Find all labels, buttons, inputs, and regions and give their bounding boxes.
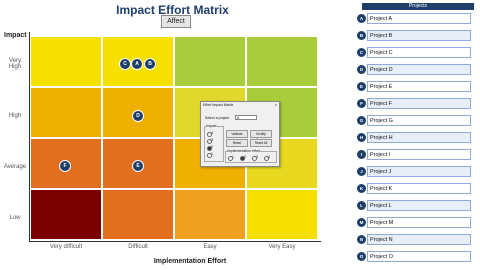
project-row[interactable]: H Project H xyxy=(357,131,475,145)
x-axis-title: Implementation Effort xyxy=(153,258,227,265)
project-badge: D xyxy=(357,65,366,74)
project-row[interactable]: E Project E xyxy=(357,80,475,94)
matrix-cell[interactable] xyxy=(175,37,245,86)
matrix-cell[interactable] xyxy=(31,37,101,86)
project-bubble-a[interactable]: A xyxy=(131,58,143,70)
project-row[interactable]: J Project J xyxy=(357,165,475,179)
project-badge: H xyxy=(357,133,366,142)
project-name-field[interactable]: Project I xyxy=(367,149,471,160)
y-axis-line xyxy=(29,32,30,242)
x-axis-line xyxy=(29,241,321,242)
project-badge: E xyxy=(357,82,366,91)
project-name-field[interactable]: Project F xyxy=(367,98,471,109)
project-row[interactable]: N Project N xyxy=(357,233,475,247)
matrix-cell[interactable] xyxy=(31,190,101,239)
project-name-field[interactable]: Project G xyxy=(367,115,471,126)
matrix-cell[interactable] xyxy=(247,37,317,86)
x-label-difficult: Difficult xyxy=(128,244,148,250)
affect-button[interactable]: Affect xyxy=(161,15,191,28)
y-label-high: High xyxy=(8,113,22,119)
reset-all-button[interactable]: Reset All xyxy=(250,139,272,147)
project-row[interactable]: I Project I xyxy=(357,148,475,162)
project-badge: A xyxy=(357,14,366,23)
project-row[interactable]: O Project O xyxy=(357,250,475,264)
project-name-field[interactable]: Project E xyxy=(367,81,471,92)
x-label-easy: Easy xyxy=(203,244,217,250)
project-row[interactable]: D Project D xyxy=(357,63,475,77)
project-row[interactable]: C Project C xyxy=(357,46,475,60)
project-badge: M xyxy=(357,218,366,227)
project-name-field[interactable]: Project C xyxy=(367,47,471,58)
project-name-field[interactable]: Project J xyxy=(367,166,471,177)
project-badge: I xyxy=(357,150,366,159)
effort-radio-label: 4 xyxy=(268,155,270,159)
project-badge: F xyxy=(357,99,366,108)
project-bubble-e[interactable]: E xyxy=(132,160,144,172)
y-label-very-high: Very High xyxy=(8,58,22,70)
validate-button[interactable]: Validate xyxy=(226,130,248,138)
project-row[interactable]: A Project A xyxy=(357,12,475,26)
y-axis-title: Impact xyxy=(4,32,27,39)
project-badge: G xyxy=(357,116,366,125)
project-bubble-f[interactable]: F xyxy=(59,160,71,172)
project-row[interactable]: K Project K xyxy=(357,182,475,196)
effort-radio-label: 1 xyxy=(232,155,234,159)
project-name-field[interactable]: Project M xyxy=(367,217,471,228)
impact-frame-label: Impact xyxy=(206,124,217,128)
project-row[interactable]: G Project G xyxy=(357,114,475,128)
project-bubble-b[interactable]: B xyxy=(144,58,156,70)
project-name-field[interactable]: Project H xyxy=(367,132,471,143)
project-name-field[interactable]: Project O xyxy=(367,251,471,262)
matrix-cell[interactable] xyxy=(103,190,173,239)
project-row[interactable]: M Project M xyxy=(357,216,475,230)
project-badge: N xyxy=(357,235,366,244)
select-project-label: Select a project xyxy=(205,116,230,120)
modify-project-button[interactable]: Modify Project xyxy=(250,130,272,142)
dialog-close-icon[interactable]: × xyxy=(275,102,277,107)
project-badge: C xyxy=(357,48,366,57)
project-badge: O xyxy=(357,252,366,261)
project-bubble-c[interactable]: C xyxy=(119,58,131,70)
project-badge: L xyxy=(357,201,366,210)
dialog-title: Effort Impact Matrix xyxy=(203,103,234,107)
x-label-very-difficult: Very difficult xyxy=(49,244,83,250)
project-name-field[interactable]: Project K xyxy=(367,183,471,194)
y-label-low: Low xyxy=(9,215,21,221)
project-badge: J xyxy=(357,167,366,176)
impact-radio-label: 3 xyxy=(211,138,213,142)
impact-radio-label: 1 xyxy=(211,152,213,156)
project-badge: K xyxy=(357,184,366,193)
effort-radio-label: 3 xyxy=(256,155,258,159)
effort-impact-dialog: Effort Impact Matrix × Select a project … xyxy=(200,101,280,167)
project-name-field[interactable]: Project A xyxy=(367,13,471,24)
project-row[interactable]: F Project F xyxy=(357,97,475,111)
y-label-average: Average xyxy=(3,164,27,170)
effort-radio-label: 2 xyxy=(244,155,246,159)
x-label-very-easy: Very Easy xyxy=(268,244,296,250)
impact-radio-label: 2 xyxy=(211,145,213,149)
matrix-cell[interactable] xyxy=(247,190,317,239)
projects-header: Projects xyxy=(362,3,474,10)
matrix-cell[interactable] xyxy=(31,88,101,137)
impact-radio-label: 4 xyxy=(211,131,213,135)
project-name-field[interactable]: Project L xyxy=(367,200,471,211)
project-select[interactable]: A xyxy=(235,115,257,120)
project-bubble-d[interactable]: D xyxy=(132,110,144,122)
project-name-field[interactable]: Project B xyxy=(367,30,471,41)
project-badge: B xyxy=(357,31,366,40)
reset-button[interactable]: Reset xyxy=(226,139,248,147)
project-row[interactable]: B Project B xyxy=(357,29,475,43)
project-name-field[interactable]: Project N xyxy=(367,234,471,245)
effort-frame-label: Implementation effort xyxy=(227,149,260,153)
project-row[interactable]: L Project L xyxy=(357,199,475,213)
matrix-cell[interactable] xyxy=(175,190,245,239)
project-name-field[interactable]: Project D xyxy=(367,64,471,75)
